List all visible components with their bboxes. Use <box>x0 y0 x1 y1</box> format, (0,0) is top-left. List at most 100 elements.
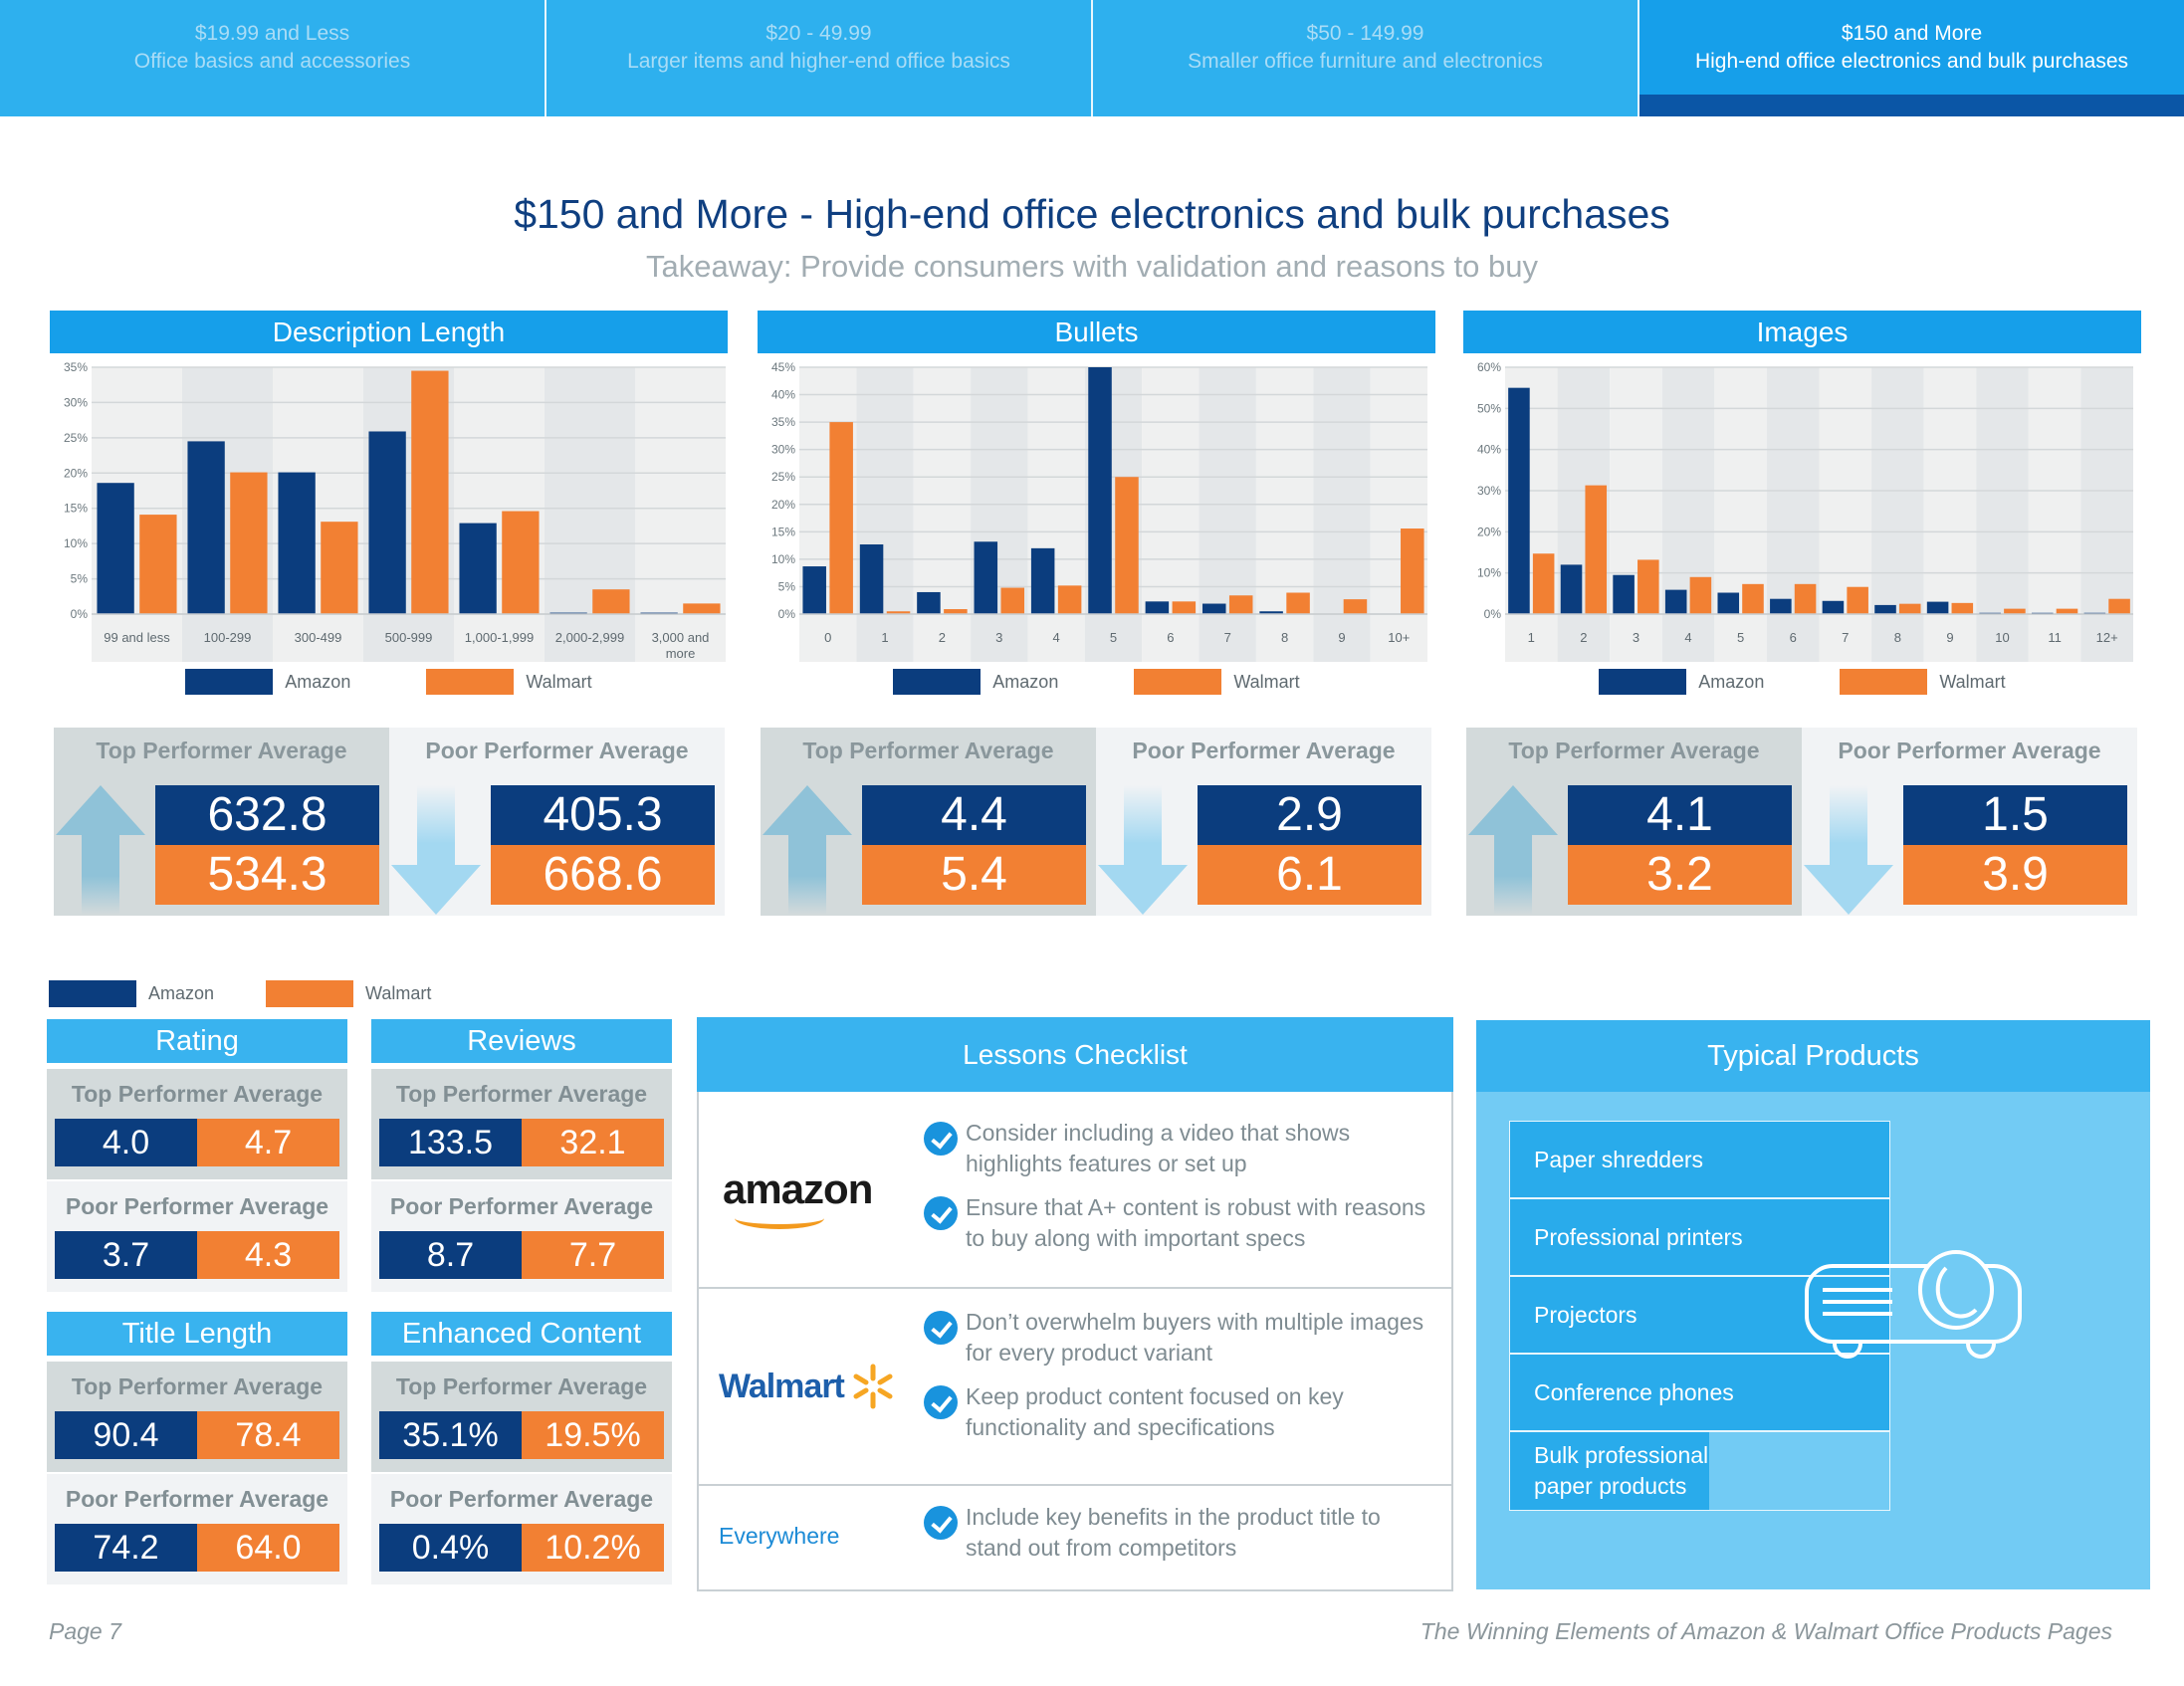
bar-amazon <box>97 483 134 614</box>
values: 405.3 668.6 <box>491 785 715 905</box>
top-performer-block: Top Performer Average 90.4 78.4 <box>47 1362 347 1472</box>
y-tick-label: 30% <box>771 443 795 457</box>
checklist-item: Ensure that A+ content is robust with re… <box>924 1192 1441 1254</box>
amazon-smile-icon <box>735 1207 824 1229</box>
legend-label: Amazon <box>992 671 1059 692</box>
y-tick-label: 25% <box>64 431 88 445</box>
amazon-value: 133.5 <box>379 1119 522 1166</box>
bar-amazon <box>974 541 998 614</box>
column-background <box>1255 367 1314 662</box>
chart-title: Bullets <box>758 311 1435 353</box>
y-tick-label: 5% <box>71 572 89 586</box>
y-tick-label: 50% <box>1477 401 1501 415</box>
x-tick-label: 500-999 <box>385 630 433 645</box>
bar-amazon <box>1508 387 1530 614</box>
bar-walmart <box>1115 477 1139 614</box>
bar-amazon <box>1088 367 1112 614</box>
y-tick-label: 0% <box>71 607 89 621</box>
bullets-averages: Top Performer Average 4.4 5.4 Poor Perfo… <box>761 728 1431 916</box>
poor-performer-label: Poor Performer Average <box>389 1486 654 1512</box>
top-performer-label: Top Performer Average <box>395 1373 648 1399</box>
arrow-down-icon <box>1804 785 1893 915</box>
legend-swatch-walmart <box>1840 669 1928 695</box>
bar-amazon <box>802 566 826 614</box>
checklist-text: Include key benefits in the product titl… <box>966 1504 1381 1561</box>
bar-amazon <box>1613 574 1635 614</box>
description-length-chart: 0% 5% 10% 15% 20% 25% 30% 35% 99 and less 100-299… <box>64 360 726 662</box>
legend-label: Amazon <box>1698 671 1765 692</box>
column-background <box>1923 367 1977 662</box>
values: 1.5 3.9 <box>1903 785 2127 905</box>
tab-price: $20 - 49.99 <box>765 21 872 45</box>
walmart-value: 19.5% <box>522 1411 664 1459</box>
bar-amazon <box>459 523 497 614</box>
amazon-value: 405.3 <box>491 785 715 845</box>
legend-swatch-amazon <box>49 980 136 1007</box>
y-tick-label: 30% <box>1477 484 1501 498</box>
lessons-checklist: Lessons Checklist amazon Consider includ… <box>697 1017 1453 1591</box>
amazon-value: 90.4 <box>55 1411 197 1459</box>
checklist-item: Consider including a video that shows hi… <box>924 1118 1441 1179</box>
y-tick-label: 0% <box>1484 607 1502 621</box>
y-tick-label: 15% <box>771 525 795 538</box>
x-tick-label: 99 and less <box>104 630 170 645</box>
arrow-up-icon <box>763 785 852 915</box>
chart-title: Images <box>1463 311 2141 353</box>
bar-walmart <box>1794 583 1817 614</box>
bar-walmart <box>1172 601 1197 614</box>
enhanced-content-metric: Enhanced Content Top Performer Average 3… <box>371 1312 672 1584</box>
page-title: $150 and More - High-end office electron… <box>514 191 1670 237</box>
metric-title: Reviews <box>371 1019 672 1063</box>
x-tick-label: 8 <box>1281 630 1288 645</box>
y-tick-label: 20% <box>64 466 88 480</box>
amazon-value: 1.5 <box>1903 785 2127 845</box>
column-background <box>1370 367 1427 662</box>
poor-performer-label: Poor Performer Average <box>1132 738 1396 763</box>
bar-walmart <box>1585 485 1608 614</box>
tab-20-49-99[interactable]: $20 - 49.99 Larger items and higher-end … <box>546 0 1093 116</box>
legend-item-walmart: Walmart <box>266 980 431 1007</box>
x-tick-label: 9 <box>1338 630 1345 645</box>
tab-description: Office basics and accessories <box>133 49 411 73</box>
page-subtitle: Takeaway: Provide consumers with validat… <box>645 249 1539 284</box>
column-background <box>1766 367 1820 662</box>
price-range-tabs: $19.99 and Less Office basics and access… <box>0 0 2184 116</box>
document-title: The Winning Elements of Amazon & Walmart… <box>1420 1618 2112 1644</box>
bar-walmart <box>1286 592 1310 614</box>
walmart-value: 668.6 <box>491 845 715 905</box>
values: 4.4 5.4 <box>862 785 1086 905</box>
tab-150-and-more[interactable]: $150 and More High-end office electronic… <box>1639 0 2184 116</box>
x-tick-label: 0 <box>824 630 831 645</box>
y-tick-label: 10% <box>1477 566 1501 580</box>
y-tick-label: 40% <box>771 388 795 402</box>
tab-19-99-and-less[interactable]: $19.99 and Less Office basics and access… <box>0 0 546 116</box>
legend-item-amazon: Amazon <box>893 669 1058 695</box>
y-tick-label: 15% <box>64 502 88 516</box>
legend-swatch-amazon <box>185 669 274 695</box>
x-tick-label: 9 <box>1946 630 1953 645</box>
check-circle-icon <box>924 1122 958 1156</box>
page-number: Page 7 <box>49 1618 121 1644</box>
bar-amazon <box>1664 589 1687 614</box>
tab-description: Larger items and higher-end office basic… <box>627 49 1010 73</box>
legend-item-walmart: Walmart <box>1840 669 2006 695</box>
bar-walmart <box>1532 553 1555 614</box>
poor-performer-label: Poor Performer Average <box>1838 738 2101 763</box>
x-tick-label: 2 <box>939 630 946 645</box>
checklist-text: Ensure that A+ content is robust with re… <box>966 1194 1426 1251</box>
x-tick-label: 5 <box>1737 630 1744 645</box>
bullets-panel: Bullets 0% 5% 10% 15% 20% 25% 30% 35% 40% 45% 0 1 2 3… <box>758 311 1435 702</box>
amazon-value: 35.1% <box>379 1411 522 1459</box>
x-tick-label: 6 <box>1790 630 1797 645</box>
amazon-value: 632.8 <box>155 785 379 845</box>
legend-label: Walmart <box>365 983 432 1003</box>
x-tick-label: 12+ <box>2096 630 2118 645</box>
title-length-metric: Title Length Top Performer Average 90.4 7… <box>47 1312 347 1584</box>
bar-walmart <box>683 603 721 614</box>
bar-amazon <box>1560 564 1583 614</box>
bar-walmart <box>1898 603 1921 614</box>
amazon-value: 3.7 <box>55 1231 197 1279</box>
walmart-spark-icon <box>853 1364 893 1409</box>
bar-walmart <box>1847 586 1868 614</box>
tab-50-149-99[interactable]: $50 - 149.99 Smaller office furniture an… <box>1093 0 1639 116</box>
